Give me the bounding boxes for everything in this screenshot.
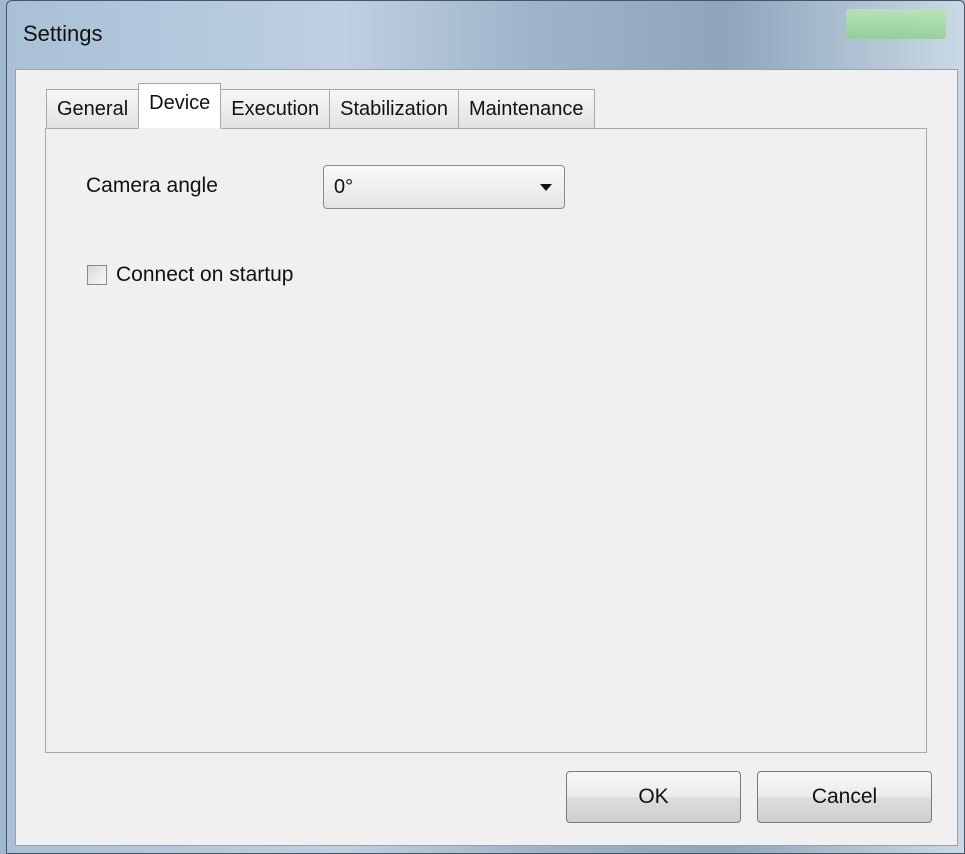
ok-button[interactable]: OK bbox=[566, 771, 741, 823]
connect-on-startup-row[interactable]: Connect on startup bbox=[87, 263, 293, 287]
tab-strip: General Device Execution Stabilization M… bbox=[46, 83, 595, 129]
connect-on-startup-checkbox[interactable] bbox=[87, 265, 107, 285]
tab-device[interactable]: Device bbox=[138, 83, 222, 129]
dialog-body: General Device Execution Stabilization M… bbox=[15, 69, 958, 846]
window-title: Settings bbox=[23, 21, 103, 46]
camera-angle-value: 0° bbox=[334, 176, 354, 198]
cancel-button[interactable]: Cancel bbox=[757, 771, 932, 823]
device-tab-panel: Camera angle 0° Connect on startup bbox=[45, 128, 927, 753]
settings-window: Settings General Device Execution Stabil… bbox=[6, 0, 965, 854]
camera-angle-label: Camera angle bbox=[86, 174, 218, 197]
connect-on-startup-label: Connect on startup bbox=[116, 263, 294, 286]
tab-maintenance[interactable]: Maintenance bbox=[457, 89, 595, 129]
chevron-down-icon bbox=[540, 184, 552, 191]
close-button[interactable] bbox=[846, 9, 946, 39]
tab-general[interactable]: General bbox=[46, 89, 140, 129]
tab-stabilization[interactable]: Stabilization bbox=[329, 89, 459, 129]
tab-execution[interactable]: Execution bbox=[220, 89, 331, 129]
title-bar[interactable]: Settings bbox=[7, 1, 964, 69]
camera-angle-dropdown[interactable]: 0° bbox=[323, 165, 565, 209]
